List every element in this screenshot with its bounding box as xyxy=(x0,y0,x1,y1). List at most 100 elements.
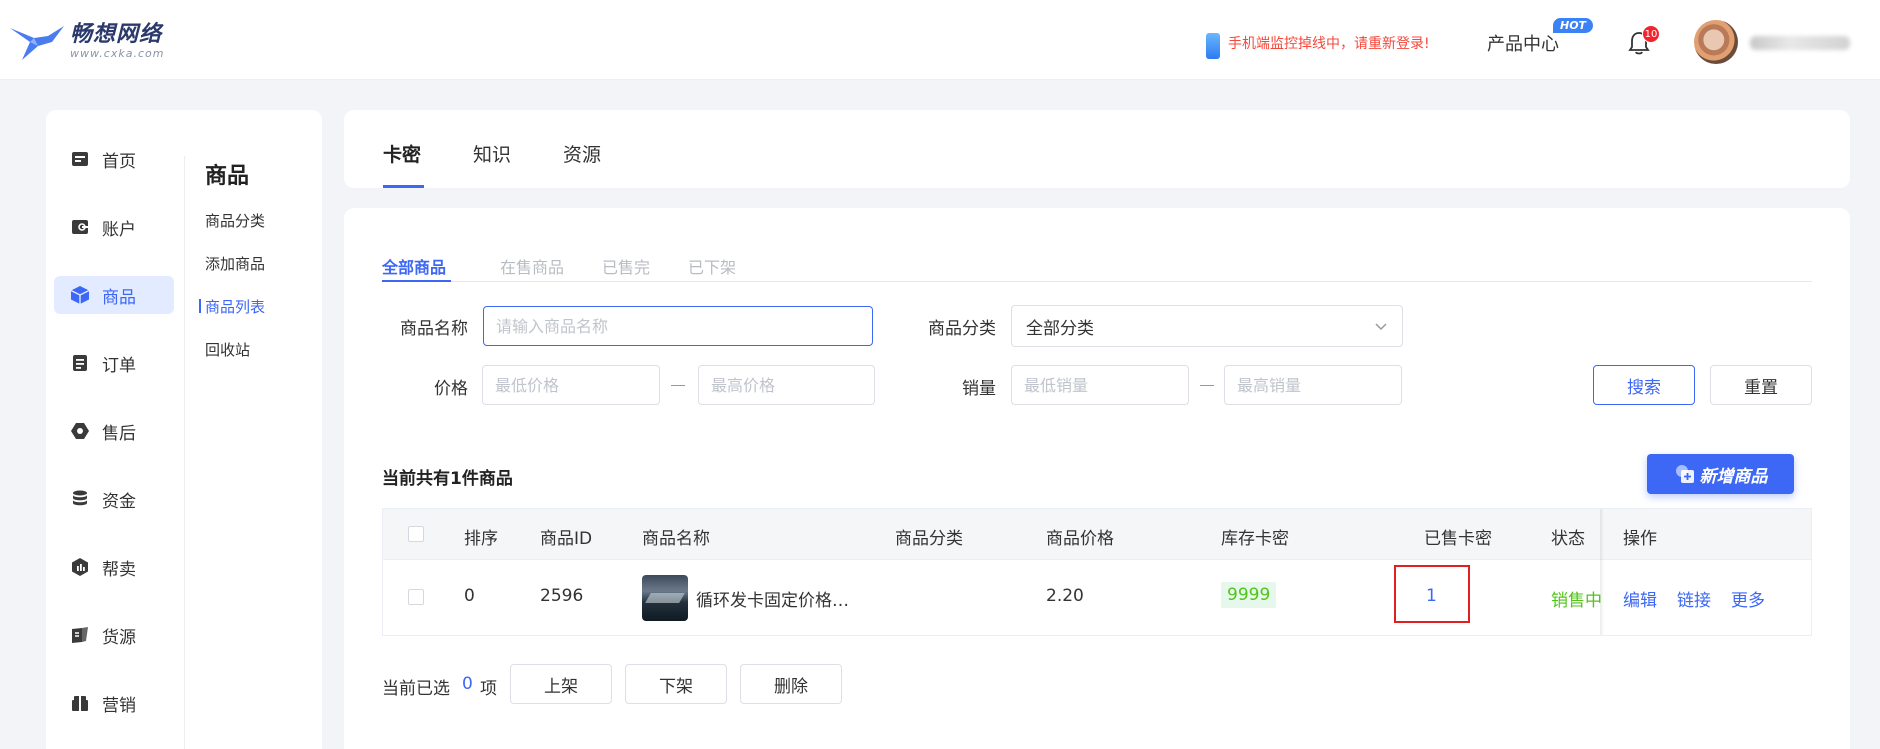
sidebar: 首页 账户 商品 订单 售后 资金 帮卖 货源 营销 商品 商品分类 添加商品 … xyxy=(46,110,322,749)
brand-name: 畅想网络 xyxy=(70,22,163,47)
shop-icon xyxy=(70,557,90,577)
status-tab-on-sale[interactable]: 在售商品 xyxy=(500,254,564,278)
top-header: 畅想网络 www.cxka.com 手机端监控掉线中，请重新登录! 产品中心 H… xyxy=(0,0,1880,80)
nav-item-source[interactable]: 货源 xyxy=(54,616,174,654)
status-tab-indicator xyxy=(382,280,451,282)
chevron-down-icon xyxy=(1375,323,1387,331)
wallet-icon xyxy=(70,217,90,237)
cell-sold[interactable]: 1 xyxy=(1426,586,1437,606)
active-tab-indicator xyxy=(383,185,424,188)
price-label: 价格 xyxy=(434,379,468,399)
subnav-item-add[interactable]: 添加商品 xyxy=(205,253,265,274)
row-checkbox[interactable] xyxy=(408,589,424,605)
username-blurred[interactable] xyxy=(1750,36,1850,50)
order-icon xyxy=(70,353,90,373)
avatar[interactable] xyxy=(1694,20,1738,64)
offline-warning[interactable]: 手机端监控掉线中，请重新登录! xyxy=(1206,30,1430,59)
product-table: 排序 商品ID 商品名称 商品分类 商品价格 库存卡密 已售卡密 状态 操作 0… xyxy=(382,508,1812,636)
th-stock: 库存卡密 xyxy=(1221,529,1289,549)
cell-name[interactable]: 循环发卡固定价格… xyxy=(696,586,849,611)
cell-price: 2.20 xyxy=(1046,586,1084,606)
table-header: 排序 商品ID 商品名称 商品分类 商品价格 库存卡密 已售卡密 状态 操作 xyxy=(383,509,1811,559)
tab-card-secret[interactable]: 卡密 xyxy=(383,140,421,167)
subnav-item-recycle[interactable]: 回收站 xyxy=(205,339,250,360)
link-link[interactable]: 链接 xyxy=(1677,586,1711,611)
table-row: 0 2596 循环发卡固定价格… 2.20 9999 1 销售中 编辑 链接 更… xyxy=(383,559,1811,635)
delete-button[interactable]: 删除 xyxy=(740,664,842,704)
subnav-divider xyxy=(184,156,185,749)
nav-item-home[interactable]: 首页 xyxy=(54,140,174,178)
search-button[interactable]: 搜索 xyxy=(1593,365,1695,405)
home-icon xyxy=(70,149,90,169)
product-thumbnail[interactable] xyxy=(642,575,688,621)
nav-item-marketing[interactable]: 营销 xyxy=(54,684,174,722)
nav-label: 订单 xyxy=(102,355,136,376)
th-sold: 已售卡密 xyxy=(1424,529,1492,549)
select-all-checkbox[interactable] xyxy=(408,526,424,542)
category-select[interactable]: 全部分类 xyxy=(1011,305,1403,347)
cell-sort: 0 xyxy=(464,586,475,606)
category-label: 商品分类 xyxy=(928,319,996,339)
reset-button[interactable]: 重置 xyxy=(1710,365,1812,405)
subnav-item-list[interactable]: 商品列表 xyxy=(198,296,265,317)
price-range-dash xyxy=(671,385,685,386)
add-product-button[interactable]: 新增商品 xyxy=(1647,454,1794,494)
th-actions: 操作 xyxy=(1623,529,1657,549)
add-product-label: 新增商品 xyxy=(1699,466,1768,487)
th-status: 状态 xyxy=(1551,529,1585,549)
status-tab-all[interactable]: 全部商品 xyxy=(382,254,446,278)
th-category: 商品分类 xyxy=(895,529,963,549)
nav-item-account[interactable]: 账户 xyxy=(54,208,174,246)
nav-label: 帮卖 xyxy=(102,559,136,580)
status-tab-off-shelf[interactable]: 已下架 xyxy=(688,254,736,278)
nav-item-orders[interactable]: 订单 xyxy=(54,344,174,382)
tab-resource[interactable]: 资源 xyxy=(563,140,601,167)
category-value: 全部分类 xyxy=(1026,318,1094,339)
sales-range-dash xyxy=(1200,385,1214,386)
max-sales-input[interactable] xyxy=(1224,365,1402,405)
edit-link[interactable]: 编辑 xyxy=(1623,586,1657,611)
aftersale-icon xyxy=(70,421,90,441)
nav-label: 首页 xyxy=(102,151,136,172)
nav-item-funds[interactable]: 资金 xyxy=(54,480,174,518)
nav-label: 货源 xyxy=(102,627,136,648)
add-icon xyxy=(1675,465,1694,483)
take-off-shelf-button[interactable]: 下架 xyxy=(625,664,727,704)
subnav-title: 商品 xyxy=(205,164,250,189)
cell-id: 2596 xyxy=(540,586,584,606)
selected-count: 0 xyxy=(462,674,473,694)
nav-item-goods[interactable]: 商品 xyxy=(54,276,174,314)
marketing-icon xyxy=(70,693,90,713)
nav-item-resell[interactable]: 帮卖 xyxy=(54,548,174,586)
subnav-item-category[interactable]: 商品分类 xyxy=(205,210,265,231)
product-name-input[interactable] xyxy=(483,306,873,346)
th-price: 商品价格 xyxy=(1046,529,1114,549)
min-sales-input[interactable] xyxy=(1011,365,1189,405)
max-price-input[interactable] xyxy=(698,365,875,405)
nav-label: 营销 xyxy=(102,695,136,716)
tab-knowledge[interactable]: 知识 xyxy=(473,140,511,167)
min-price-input[interactable] xyxy=(482,365,660,405)
source-icon xyxy=(70,625,90,645)
nav-item-aftersale[interactable]: 售后 xyxy=(54,412,174,450)
more-link[interactable]: 更多 xyxy=(1731,586,1765,611)
product-center-link[interactable]: 产品中心 xyxy=(1487,30,1559,56)
warning-text: 手机端监控掉线中，请重新登录! xyxy=(1228,36,1430,52)
status-tab-sold-out[interactable]: 已售完 xyxy=(602,254,650,278)
nav-label: 资金 xyxy=(102,491,136,512)
sales-label: 销量 xyxy=(962,379,996,399)
th-name: 商品名称 xyxy=(642,529,710,549)
status-tabs: 全部商品 在售商品 已售完 已下架 xyxy=(382,246,1812,282)
put-on-shelf-button[interactable]: 上架 xyxy=(510,664,612,704)
notification-badge: 10 xyxy=(1642,25,1660,43)
th-sort: 排序 xyxy=(464,529,498,549)
bird-logo-icon xyxy=(10,26,64,60)
status-badge: 销售中 xyxy=(1551,591,1602,611)
brand-logo[interactable]: 畅想网络 www.cxka.com xyxy=(8,20,164,64)
total-count-text: 当前共有1件商品 xyxy=(382,469,513,489)
stock-badge: 9999 xyxy=(1221,582,1277,608)
coins-icon xyxy=(70,489,90,509)
product-list-panel: 全部商品 在售商品 已售完 已下架 商品名称 商品分类 全部分类 价格 销量 搜… xyxy=(344,208,1850,749)
name-label: 商品名称 xyxy=(400,319,468,339)
nav-label: 商品 xyxy=(102,287,136,308)
